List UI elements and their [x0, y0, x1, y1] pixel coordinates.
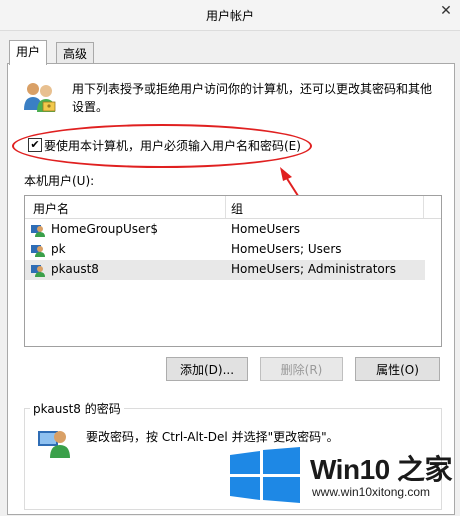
tab-users[interactable]: 用户	[9, 40, 48, 65]
table-row-selected[interactable]: pkaust8 HomeUsers; Administrators	[25, 260, 425, 280]
description-text: 用下列表授予或拒绝用户访问你的计算机，还可以更改其密码和其他设置。	[72, 82, 433, 114]
column-divider	[225, 196, 226, 218]
user-group: HomeUsers; Administrators	[231, 262, 396, 276]
user-icon	[31, 225, 45, 237]
add-button[interactable]: 添加(D)...	[166, 357, 248, 381]
windows-logo-icon	[230, 447, 300, 503]
password-instructions: 要改密码，按 Ctrl-Alt-Del 并选择"更改密码"。	[86, 430, 339, 444]
table-row[interactable]: HomeGroupUser$ HomeUsers	[25, 220, 425, 240]
column-divider	[423, 196, 424, 218]
user-group: HomeUsers	[231, 222, 301, 236]
column-group[interactable]: 组	[231, 200, 243, 217]
user-name: HomeGroupUser$	[51, 222, 158, 236]
user-icon	[31, 265, 45, 277]
user-password-icon	[38, 431, 70, 458]
tab-advanced-label: 高级	[63, 47, 88, 61]
users-list[interactable]: 用户名 组 HomeGroupUser$ HomeUsers pk HomeUs…	[24, 195, 442, 347]
close-icon: ✕	[440, 3, 452, 19]
watermark-brand: Win10 之家	[310, 454, 453, 485]
user-group: HomeUsers; Users	[231, 242, 342, 256]
tab-advanced[interactable]: 高级	[56, 42, 95, 65]
close-button[interactable]: ✕	[432, 0, 460, 22]
title-bar: 用户帐户 ✕	[0, 0, 460, 31]
window-title: 用户帐户	[205, 9, 254, 23]
remove-button[interactable]: 删除(R)	[260, 357, 343, 381]
table-row[interactable]: pk HomeUsers; Users	[25, 240, 425, 260]
password-group-label: pkaust8 的密码	[30, 400, 124, 417]
local-users-label: 本机用户(U):	[24, 174, 95, 188]
users-list-header: 用户名 组	[25, 196, 441, 219]
annotation-ellipse	[12, 124, 312, 168]
user-icon	[31, 245, 45, 257]
users-icon	[24, 83, 56, 112]
user-name: pkaust8	[51, 262, 99, 276]
properties-button[interactable]: 属性(O)	[355, 357, 440, 381]
column-username[interactable]: 用户名	[33, 200, 69, 217]
tab-users-label: 用户	[16, 45, 41, 59]
watermark-url: www.win10xitong.com	[312, 485, 431, 499]
user-name: pk	[51, 242, 66, 256]
